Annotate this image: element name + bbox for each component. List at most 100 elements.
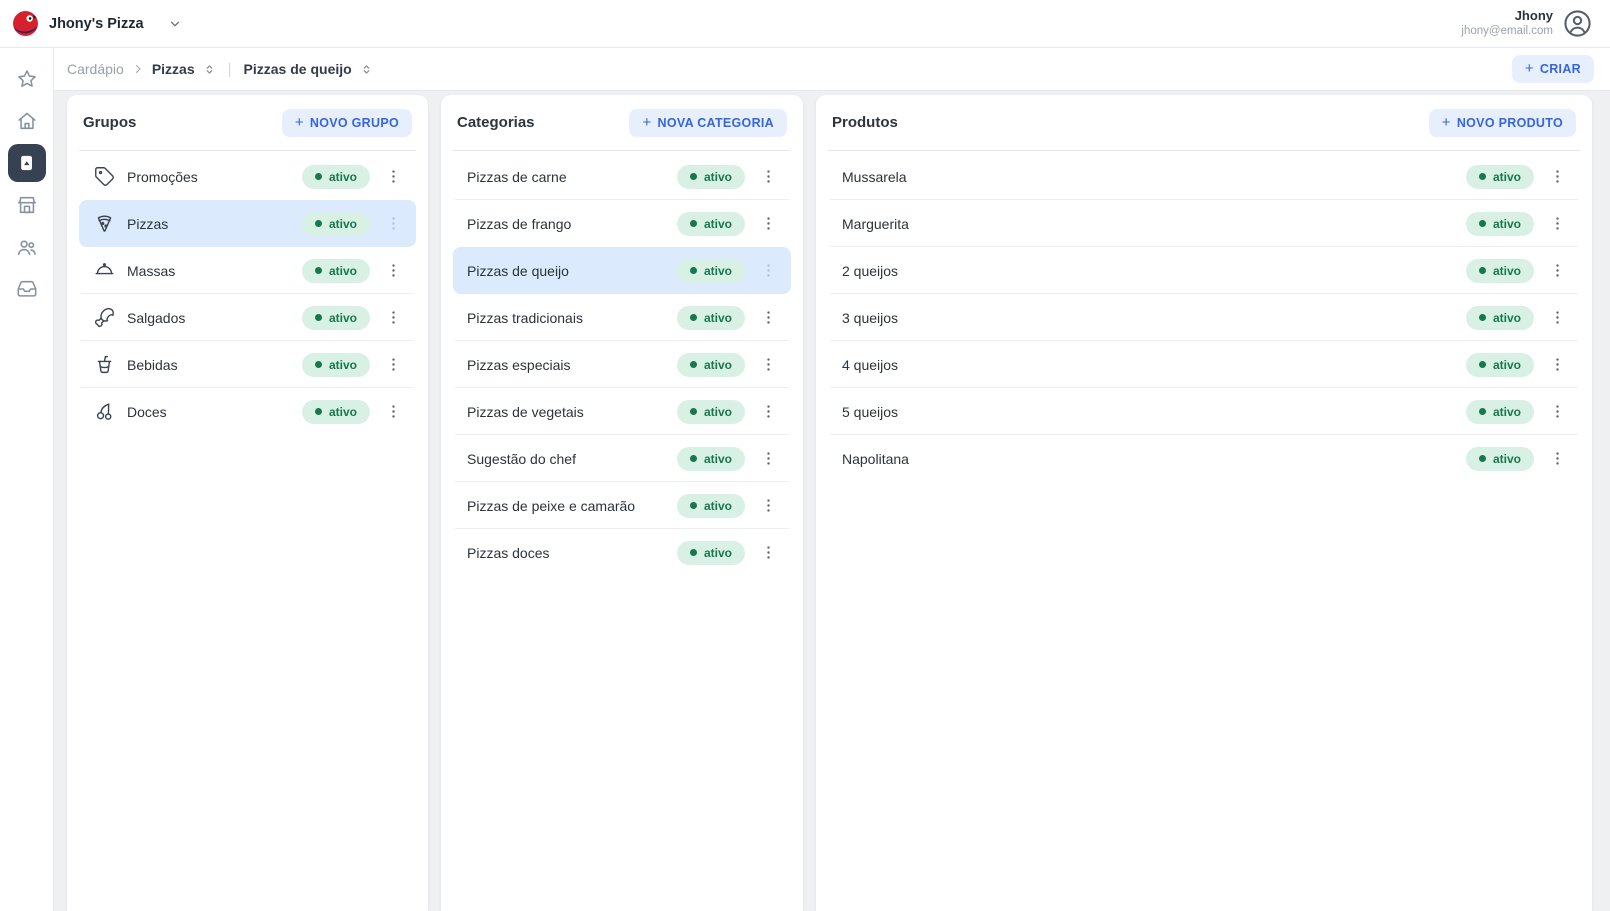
kebab-menu-icon[interactable] xyxy=(1542,444,1572,474)
kebab-menu-icon[interactable] xyxy=(753,303,783,333)
row-label: Napolitana xyxy=(842,451,1466,467)
status-badge: ativo xyxy=(302,400,370,424)
status-badge: ativo xyxy=(1466,306,1534,330)
kebab-menu-icon[interactable] xyxy=(378,397,408,427)
status-label: ativo xyxy=(704,264,732,278)
star-icon xyxy=(16,68,38,90)
status-label: ativo xyxy=(1493,452,1521,466)
kebab-menu-icon[interactable] xyxy=(753,256,783,286)
kebab-menu-icon[interactable] xyxy=(1542,397,1572,427)
product-row[interactable]: 5 queijosativo xyxy=(828,388,1580,435)
breadcrumb-root[interactable]: Cardápio xyxy=(67,61,124,77)
status-label: ativo xyxy=(704,452,732,466)
group-row[interactable]: Promoçõesativo xyxy=(79,153,416,200)
sidebar-item-inbox[interactable] xyxy=(8,270,46,308)
categorie-row[interactable]: Pizzas de queijoativo xyxy=(453,247,791,294)
breadcrumb-group[interactable]: Pizzas xyxy=(152,61,195,77)
sidebar-item-home[interactable] xyxy=(8,102,46,140)
breadcrumb-category[interactable]: Pizzas de queijo xyxy=(244,61,352,77)
user-avatar-icon[interactable] xyxy=(1563,9,1592,38)
kebab-menu-icon[interactable] xyxy=(1542,209,1572,239)
kebab-menu-icon[interactable] xyxy=(1542,350,1572,380)
status-badge: ativo xyxy=(1466,447,1534,471)
new-category-button[interactable]: + NOVA CATEGORIA xyxy=(629,109,787,137)
categorie-row[interactable]: Pizzas especiaisativo xyxy=(453,341,791,388)
kebab-menu-icon[interactable] xyxy=(753,538,783,568)
status-dot-icon xyxy=(1479,267,1486,274)
kebab-menu-icon[interactable] xyxy=(753,444,783,474)
product-row[interactable]: 3 queijosativo xyxy=(828,294,1580,341)
kebab-menu-icon[interactable] xyxy=(378,162,408,192)
user-meta: Jhony jhony@email.com xyxy=(1461,8,1553,39)
status-dot-icon xyxy=(690,455,697,462)
group-row[interactable]: Massasativo xyxy=(79,247,416,294)
sidebar-item-store[interactable] xyxy=(8,186,46,224)
categorie-row[interactable]: Sugestão do chefativo xyxy=(453,435,791,482)
kebab-menu-icon[interactable] xyxy=(753,350,783,380)
status-label: ativo xyxy=(704,170,732,184)
group-row[interactable]: Bebidas ativo xyxy=(79,341,416,388)
sidebar-item-customers[interactable] xyxy=(8,228,46,266)
group-row[interactable]: Pizzasativo xyxy=(79,200,416,247)
products-panel-header: Produtos + NOVO PRODUTO xyxy=(816,95,1592,150)
create-button[interactable]: + CRIAR xyxy=(1512,55,1594,83)
kebab-menu-icon[interactable] xyxy=(753,397,783,427)
categorie-row[interactable]: Pizzas de vegetaisativo xyxy=(453,388,791,435)
categorie-row[interactable]: Pizzas de peixe e camarãoativo xyxy=(453,482,791,529)
kebab-menu-icon[interactable] xyxy=(753,162,783,192)
status-badge: ativo xyxy=(1466,400,1534,424)
kebab-menu-icon[interactable] xyxy=(1542,162,1572,192)
user-email: jhony@email.com xyxy=(1461,24,1553,38)
status-label: ativo xyxy=(704,546,732,560)
status-label: ativo xyxy=(1493,264,1521,278)
status-badge: ativo xyxy=(302,353,370,377)
workspace-switcher[interactable]: Jhony's Pizza xyxy=(12,10,182,37)
status-badge: ativo xyxy=(302,165,370,189)
create-button-label: CRIAR xyxy=(1540,62,1581,76)
categorie-row[interactable]: Pizzas docesativo xyxy=(453,529,791,576)
row-label: Bebidas xyxy=(127,357,302,373)
sidebar-item-menu[interactable] xyxy=(8,144,46,182)
categorie-row[interactable]: Pizzas de carne ativo xyxy=(453,153,791,200)
product-row[interactable]: 4 queijosativo xyxy=(828,341,1580,388)
categorie-row[interactable]: Pizzas tradicionaisativo xyxy=(453,294,791,341)
group-row[interactable]: Docesativo xyxy=(79,388,416,435)
groups-panel-header: Grupos + NOVO GRUPO xyxy=(67,95,428,150)
product-row[interactable]: Mussarelaativo xyxy=(828,153,1580,200)
row-label: 5 queijos xyxy=(842,404,1466,420)
status-dot-icon xyxy=(690,267,697,274)
group-row[interactable]: Salgadosativo xyxy=(79,294,416,341)
status-dot-icon xyxy=(690,549,697,556)
user-menu[interactable]: Jhony jhony@email.com xyxy=(1461,8,1592,39)
new-group-button[interactable]: + NOVO GRUPO xyxy=(282,109,412,137)
unfold-icon[interactable] xyxy=(203,63,216,76)
kebab-menu-icon[interactable] xyxy=(1542,256,1572,286)
status-label: ativo xyxy=(329,358,357,372)
product-row[interactable]: 2 queijos ativo xyxy=(828,247,1580,294)
status-badge: ativo xyxy=(302,259,370,283)
kebab-menu-icon[interactable] xyxy=(378,209,408,239)
kebab-menu-icon[interactable] xyxy=(1542,303,1572,333)
categorie-row[interactable]: Pizzas de frangoativo xyxy=(453,200,791,247)
status-dot-icon xyxy=(315,314,322,321)
chevron-down-icon[interactable] xyxy=(168,17,182,31)
row-label: Pizzas de carne xyxy=(467,169,677,185)
kebab-menu-icon[interactable] xyxy=(753,209,783,239)
kebab-menu-icon[interactable] xyxy=(378,350,408,380)
row-label: Promoções xyxy=(127,169,302,185)
kebab-menu-icon[interactable] xyxy=(753,491,783,521)
product-row[interactable]: Napolitana ativo xyxy=(828,435,1580,482)
sidebar-item-favorites[interactable] xyxy=(8,60,46,98)
new-product-button[interactable]: + NOVO PRODUTO xyxy=(1429,109,1576,137)
content-area: Grupos + NOVO GRUPO PromoçõesativoPizzas… xyxy=(54,91,1610,911)
row-label: Pizzas xyxy=(127,216,302,232)
product-row[interactable]: Margueritaativo xyxy=(828,200,1580,247)
unfold-icon[interactable] xyxy=(360,63,373,76)
row-label: 2 queijos xyxy=(842,263,1466,279)
status-dot-icon xyxy=(1479,408,1486,415)
status-dot-icon xyxy=(1479,173,1486,180)
kebab-menu-icon[interactable] xyxy=(378,303,408,333)
kebab-menu-icon[interactable] xyxy=(378,256,408,286)
status-badge: ativo xyxy=(677,165,745,189)
row-label: Marguerita xyxy=(842,216,1466,232)
